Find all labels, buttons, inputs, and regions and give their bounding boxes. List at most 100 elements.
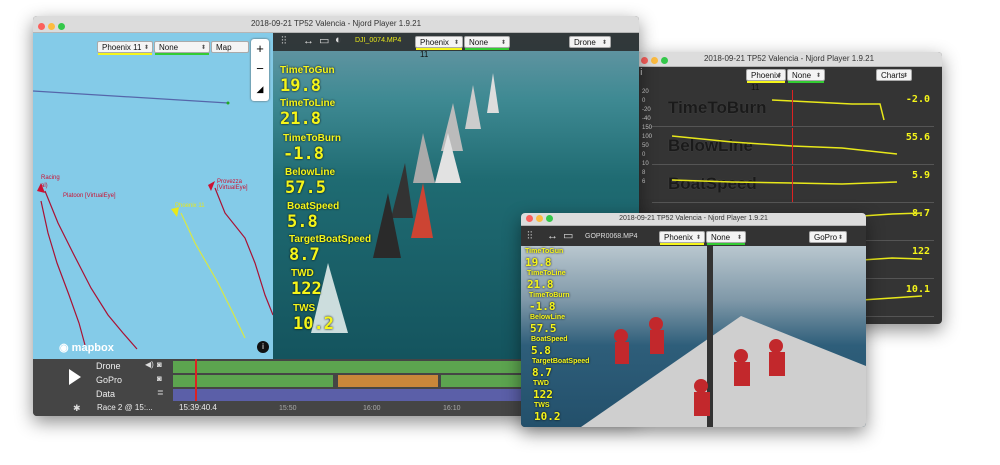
time-tick: 16:00 (363, 405, 381, 412)
camera-icon[interactable]: ◙ (157, 374, 162, 383)
zoom-window-button[interactable] (546, 215, 553, 222)
gopro-source-select[interactable]: GoPro ⬍ (809, 231, 847, 243)
chart-value: 5.9 (911, 170, 930, 181)
metric-label: TimeToBurn (529, 292, 570, 299)
minimize-window-button[interactable] (536, 215, 543, 222)
window-title: 2018-09-21 TP52 Valencia - Njord Player … (619, 215, 768, 222)
metric-value: 8.7 (289, 245, 320, 265)
minimize-window-button[interactable] (48, 23, 55, 30)
charts-boat-select[interactable]: Phoenix 11 ⬍ (746, 69, 786, 92)
y-tick: 0 (642, 152, 646, 158)
time-tick: 15:50 (279, 405, 297, 412)
metric-label: BelowLine (285, 167, 336, 178)
settings-icon[interactable]: ✱ (73, 403, 81, 414)
gopro-compare-select[interactable]: None ⬍ (706, 231, 746, 245)
charts-view-select[interactable]: Charts ⬍ (876, 69, 912, 81)
main-window-titlebar: 2018-09-21 TP52 Valencia - Njord Player … (33, 16, 639, 33)
mapbox-mark-icon: ◉ (59, 342, 69, 354)
metric-value: -1.8 (529, 300, 556, 313)
metric-value: 19.8 (525, 256, 552, 269)
metric-value: 21.8 (280, 109, 321, 129)
metric-value: 57.5 (285, 178, 326, 198)
close-window-button[interactable] (641, 57, 648, 64)
map-label-racing-sub: al) (41, 183, 48, 189)
y-tick: 20 (642, 89, 649, 95)
metric-label: TWS (293, 303, 316, 314)
info-icon[interactable]: ⅰ (640, 67, 643, 78)
close-window-button[interactable] (38, 23, 45, 30)
metric-label: BoatSpeed (531, 336, 568, 343)
camera-icon[interactable]: ◙ (157, 360, 162, 369)
cursor-line (792, 90, 793, 126)
monitor-icon[interactable]: ▭ (563, 229, 573, 242)
chart-line (672, 135, 898, 155)
y-tick: 150 (642, 125, 653, 131)
gopro-window: 2018-09-21 TP52 Valencia - Njord Player … (521, 213, 866, 427)
metric-label: BelowLine (530, 314, 566, 321)
mapbox-text: mapbox (71, 342, 114, 354)
metric-label: TimeToLine (527, 270, 566, 277)
minimize-window-button[interactable] (651, 57, 658, 64)
boat-deck (581, 246, 866, 427)
y-tick: -40 (642, 116, 651, 122)
playhead[interactable] (195, 359, 197, 401)
time-tick: 16:10 (443, 405, 461, 412)
chart-row: BelowLine 55.6 (652, 128, 934, 165)
metric-value: 10.2 (293, 314, 334, 334)
window-title: 2018-09-21 TP52 Valencia - Njord Player … (250, 19, 422, 28)
metric-label: TimeToGun (525, 248, 564, 255)
chart-y-ticks: 20 0 -20 -40 150 100 50 0 10 8 6 (642, 88, 656, 208)
volume-icon[interactable]: ◀) (145, 360, 154, 369)
chart-line (862, 257, 923, 261)
metric-value: 21.8 (527, 278, 554, 291)
metric-label: TWS (534, 402, 550, 409)
metric-value: 122 (291, 279, 322, 299)
chart-name: TimeToBurn (668, 98, 767, 117)
track-label-gopro: GoPro (96, 375, 123, 385)
charts-compare-select[interactable]: None ⬍ (787, 69, 825, 83)
track-label-drone: Drone (96, 361, 121, 371)
y-tick: 0 (642, 98, 646, 104)
info-button[interactable]: i (257, 341, 269, 353)
metric-value: -1.8 (283, 144, 324, 164)
metric-value: 8.7 (532, 366, 552, 379)
chevron-icon: ⬍ (837, 235, 843, 241)
gopro-boat-select[interactable]: Phoenix 11⬍ (659, 231, 705, 254)
map-pane[interactable]: Phoenix 11⬍ None⬍ Map + − ◢ Racing al) (33, 33, 273, 359)
mapbox-logo: ◉ mapbox (59, 341, 114, 354)
metric-label: TWD (533, 380, 549, 387)
cursor-line (792, 128, 793, 164)
close-window-button[interactable] (526, 215, 533, 222)
y-tick: 50 (642, 143, 649, 149)
cursor-line (792, 166, 793, 202)
sliders-icon[interactable]: ⫶⫶ (527, 230, 533, 243)
metric-label: BoatSpeed (287, 201, 340, 212)
metric-value: 122 (533, 388, 553, 401)
chart-line (862, 295, 923, 301)
gopro-window-titlebar: 2018-09-21 TP52 Valencia - Njord Player … (521, 213, 866, 226)
play-button[interactable] (69, 369, 81, 385)
map-label-provezza: Provezza [VirtualEye] (217, 179, 248, 191)
y-tick: 10 (642, 161, 649, 167)
zoom-window-button[interactable] (661, 57, 668, 64)
select-value: None (792, 71, 812, 80)
select-value: None (711, 233, 731, 242)
chart-value: 55.6 (905, 132, 930, 143)
select-value: GoPro (814, 233, 838, 242)
track-label-data: Data (96, 389, 116, 399)
zoom-window-button[interactable] (58, 23, 65, 30)
metric-label: TWD (291, 268, 314, 279)
metric-value: 10.2 (534, 410, 561, 423)
database-icon[interactable]: ≣ (157, 388, 164, 397)
chart-line (672, 179, 898, 185)
metric-value: 19.8 (280, 76, 321, 96)
boat-color-bar (660, 243, 704, 245)
sync-icon[interactable]: ↔ (547, 230, 558, 242)
gopro-filename: GOPR0068.MP4 (585, 233, 638, 240)
boat-color-bar (747, 81, 785, 83)
compare-color-bar (788, 81, 824, 83)
race-select[interactable]: Race 2 @ 15:... (97, 403, 153, 412)
metric-value: 57.5 (530, 322, 557, 335)
y-tick: 6 (642, 179, 646, 185)
metric-value: 5.8 (531, 344, 551, 357)
